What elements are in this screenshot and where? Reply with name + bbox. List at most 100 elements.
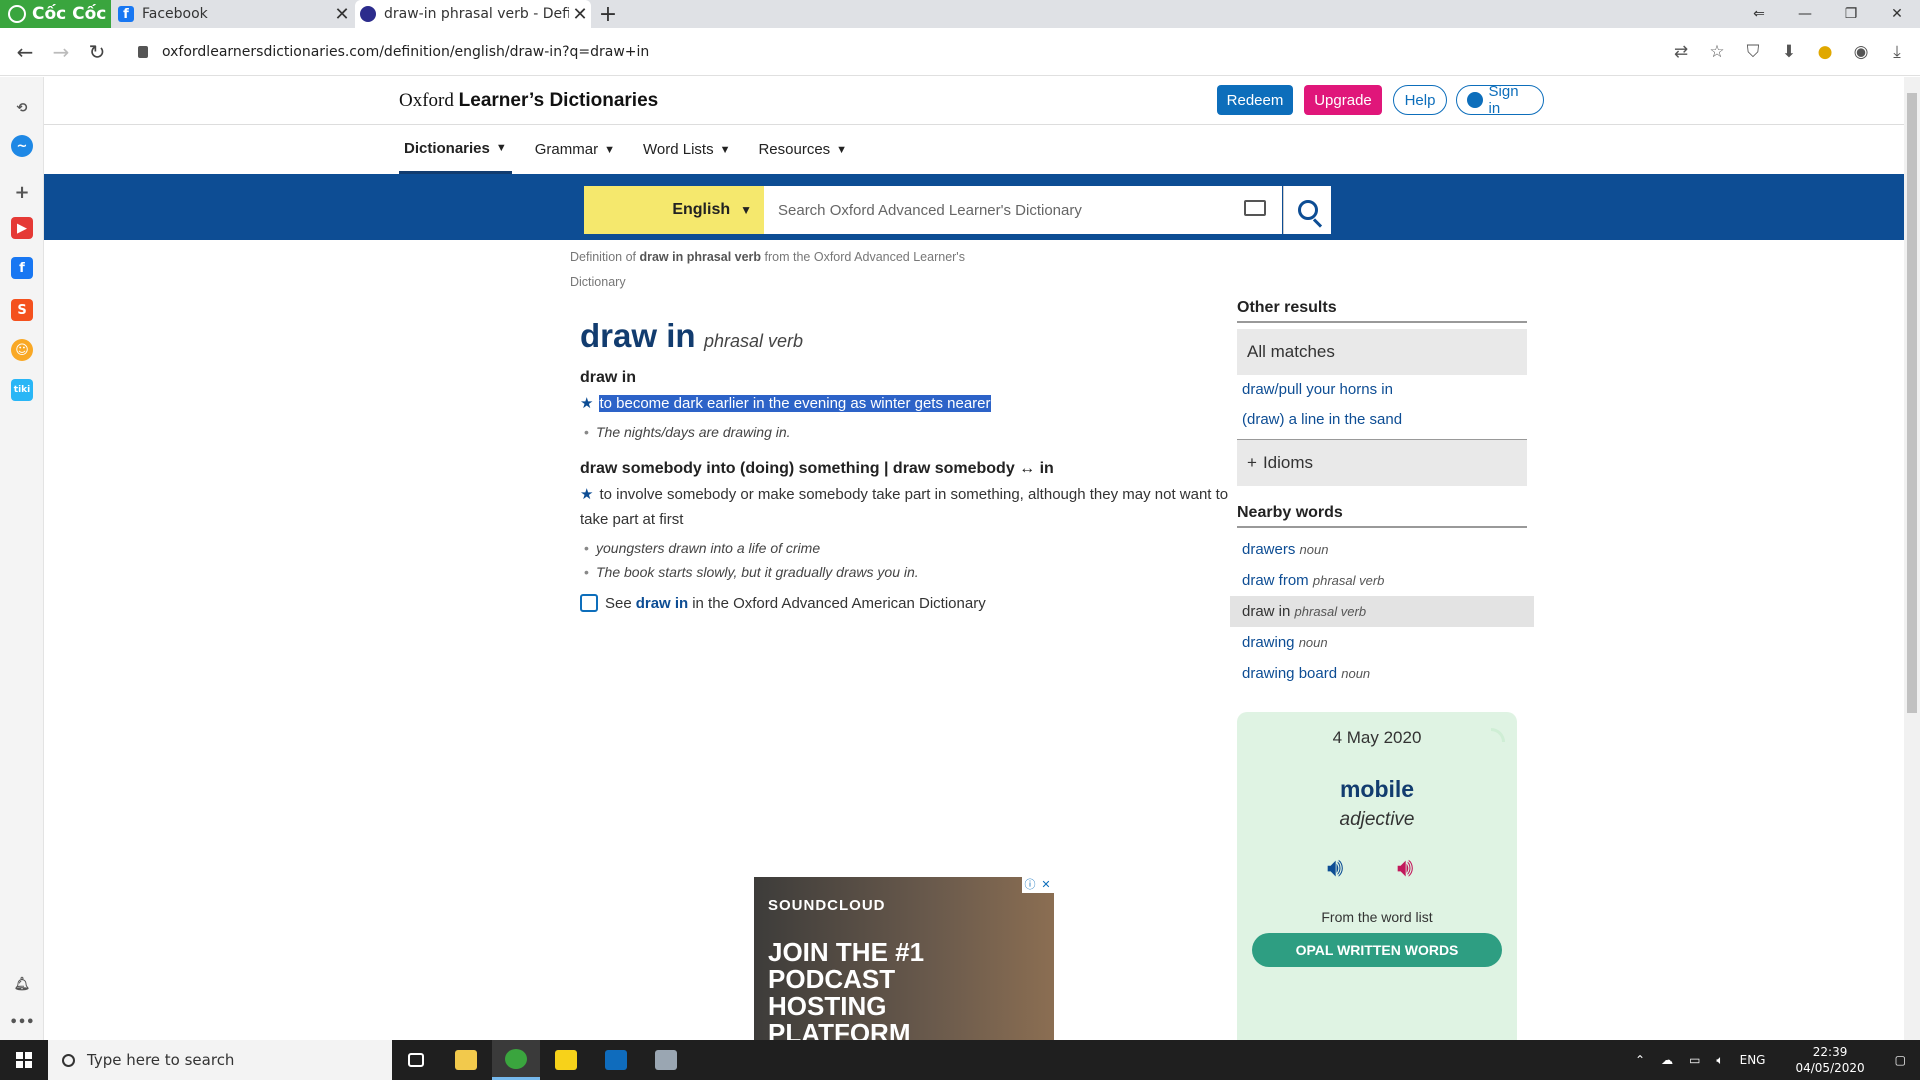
nearby-pos: phrasal verb	[1312, 573, 1385, 588]
nearby-item-current[interactable]: draw in phrasal verb	[1230, 596, 1534, 627]
forward-button[interactable]: →	[50, 41, 72, 63]
taskbar-search[interactable]: Type here to search	[48, 1040, 392, 1080]
sense-definition: ★ to involve somebody or make somebody ta…	[580, 482, 1230, 532]
app-icon[interactable]	[642, 1040, 690, 1080]
breadcrumb-prefix: Definition of	[570, 250, 640, 264]
upgrade-button[interactable]: Upgrade	[1304, 85, 1382, 115]
language-select[interactable]: English ▼	[584, 186, 764, 234]
search-input[interactable]: Search Oxford Advanced Learner's Diction…	[764, 186, 1282, 234]
result-link[interactable]: (draw) a line in the sand	[1237, 405, 1527, 435]
advertisement[interactable]: SOUNDCLOUD JOIN THE #1 PODCAST HOSTING P…	[754, 877, 1054, 1040]
ad-close-icon[interactable]: ✕	[1038, 877, 1054, 893]
keyboard-icon[interactable]	[1244, 200, 1266, 216]
wotd-from-label: From the word list	[1321, 909, 1433, 925]
search-button[interactable]	[1283, 186, 1331, 234]
chevron-up-icon[interactable]: ⌃	[1635, 1053, 1645, 1067]
game-icon[interactable]: ☺	[11, 339, 33, 361]
language-indicator[interactable]: ENG	[1740, 1053, 1766, 1067]
file-explorer-icon[interactable]	[442, 1040, 490, 1080]
sticky-notes-icon[interactable]	[542, 1040, 590, 1080]
word-list-button[interactable]: OPAL WRITTEN WORDS	[1252, 933, 1502, 967]
definition-text: to become dark earlier in the evening as…	[599, 395, 991, 412]
idioms-button[interactable]: + Idioms	[1237, 440, 1527, 486]
coccoc-taskbar-icon[interactable]	[492, 1040, 540, 1080]
tab-search-icon[interactable]: ⇐	[1736, 0, 1782, 28]
site-logo[interactable]: Oxford Learner’s Dictionaries	[399, 90, 658, 112]
ad-info-icon[interactable]: ⓘ	[1022, 877, 1038, 893]
nearby-item[interactable]: drawers noun	[1237, 534, 1527, 565]
task-view-icon[interactable]	[392, 1040, 440, 1080]
start-button[interactable]	[0, 1040, 48, 1080]
main-nav: Dictionaries ▼ Grammar ▼ Word Lists ▼ Resou…	[399, 125, 870, 174]
nearby-pos: noun	[1341, 666, 1371, 681]
speaker-us-icon[interactable]: 🔊︎	[1397, 852, 1427, 882]
new-tab-button[interactable]: +	[596, 2, 620, 27]
all-matches-button[interactable]: All matches	[1237, 329, 1527, 375]
add-icon[interactable]: +	[11, 181, 33, 203]
extension-icon[interactable]: ●	[1814, 41, 1836, 63]
messenger-icon[interactable]: ~	[11, 135, 33, 157]
entry: draw in phrasal verb draw in ★ to become …	[580, 317, 1230, 612]
see-also-link[interactable]: draw in	[636, 595, 689, 612]
help-button[interactable]: Help	[1393, 85, 1447, 115]
reload-button[interactable]: ↻	[86, 41, 108, 63]
notification-bell-icon[interactable]: 🔔︎	[11, 973, 33, 995]
nearby-item[interactable]: draw from phrasal verb	[1237, 565, 1527, 596]
wotd-word[interactable]: mobile	[1237, 776, 1517, 803]
nearby-item[interactable]: drawing noun	[1237, 627, 1527, 658]
downloads-icon[interactable]: ⤓	[1886, 41, 1908, 63]
headword: draw in	[580, 317, 696, 354]
tab-oxford[interactable]: draw-in phrasal verb - Definit ✕	[355, 0, 591, 28]
close-tab-icon[interactable]: ✕	[569, 4, 591, 25]
sign-in-button[interactable]: Sign in	[1456, 83, 1544, 117]
action-center-icon[interactable]: ▢	[1895, 1053, 1906, 1067]
restore-button[interactable]: ❐	[1828, 0, 1874, 28]
shopee-icon[interactable]: S	[11, 299, 33, 321]
right-sidebar: Other results All matches draw/pull your…	[1230, 299, 1534, 689]
outlook-icon[interactable]	[592, 1040, 640, 1080]
sign-in-label: Sign in	[1488, 83, 1519, 117]
nav-resources[interactable]: Resources ▼	[753, 125, 852, 174]
speaker-uk-icon[interactable]: 🔊︎	[1327, 852, 1357, 882]
entry-header: draw in phrasal verb	[580, 317, 1230, 355]
redeem-button[interactable]: Redeem	[1217, 85, 1293, 115]
result-link[interactable]: draw/pull your horns in	[1237, 375, 1527, 405]
close-tab-icon[interactable]: ✕	[331, 4, 353, 25]
browser-brand-button[interactable]: Cốc Cốc	[0, 0, 111, 28]
close-window-button[interactable]: ✕	[1874, 0, 1920, 28]
translate-icon[interactable]: ⇄	[1670, 41, 1692, 63]
example: youngsters drawn into a life of crime	[580, 540, 1230, 556]
page-scrollbar[interactable]	[1904, 77, 1920, 1040]
youtube-icon[interactable]: ▶	[11, 217, 33, 239]
clock-date: 04/05/2020	[1795, 1061, 1865, 1075]
address-bar[interactable]: oxfordlearnersdictionaries.com/definitio…	[128, 37, 1628, 67]
network-icon[interactable]: ▭	[1689, 1053, 1700, 1067]
tab-bar: Cốc Cốc f Facebook ✕ draw-in phrasal ver…	[0, 0, 1920, 28]
tab-facebook[interactable]: f Facebook ✕	[113, 0, 353, 28]
scrollbar-thumb[interactable]	[1907, 93, 1917, 713]
onedrive-icon[interactable]: ☁	[1661, 1053, 1673, 1067]
clock[interactable]: 22:39 04/05/2020	[1787, 1044, 1872, 1076]
nearby-item[interactable]: drawing board noun	[1237, 658, 1527, 689]
profile-icon[interactable]: ◉	[1850, 41, 1872, 63]
nav-word-lists[interactable]: Word Lists ▼	[638, 125, 735, 174]
volume-icon[interactable]: 🔈︎	[1716, 1053, 1723, 1068]
nav-grammar[interactable]: Grammar ▼	[530, 125, 620, 174]
wotd-pos: adjective	[1339, 809, 1415, 830]
minimize-button[interactable]: —	[1782, 0, 1828, 28]
nav-dictionaries[interactable]: Dictionaries ▼	[399, 125, 512, 174]
tiki-icon[interactable]: tiki	[11, 379, 33, 401]
breadcrumb: Definition of draw in phrasal verb from …	[570, 245, 1010, 295]
more-icon[interactable]: •••	[10, 1011, 35, 1033]
chevron-down-icon: ▼	[604, 143, 615, 156]
bookmark-star-icon[interactable]: ☆	[1706, 41, 1728, 63]
ad-controls: ⓘ ✕	[1022, 877, 1054, 893]
see-also: See draw in in the Oxford Advanced Ameri…	[580, 594, 1230, 612]
facebook-sidebar-icon[interactable]: f	[11, 257, 33, 279]
shield-icon[interactable]: ⛉	[1742, 41, 1764, 63]
history-icon[interactable]: ⟲	[11, 97, 33, 119]
back-button[interactable]: ←	[14, 41, 36, 63]
tab-title: Facebook	[142, 6, 208, 22]
external-link-icon	[580, 594, 598, 612]
download-box-icon[interactable]: ⬇	[1778, 41, 1800, 63]
